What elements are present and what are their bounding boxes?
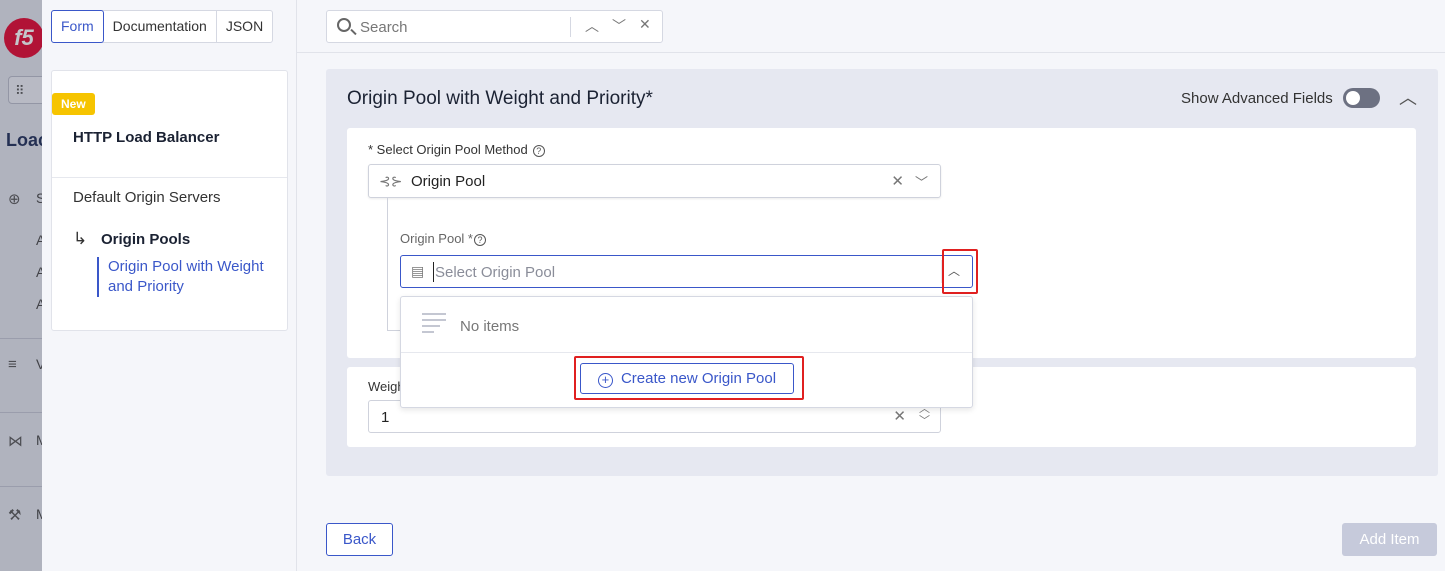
section-title: Origin Pool with Weight and Priority* <box>347 88 653 110</box>
tab-json[interactable]: JSON <box>217 11 272 42</box>
search-clear-button[interactable]: ✕ <box>639 16 651 33</box>
left-panel: Form Documentation JSON New HTTP Load Ba… <box>42 0 297 571</box>
help-icon[interactable]: ? <box>473 233 486 246</box>
nav-item-origin-pools[interactable]: Origin Pools <box>101 231 190 248</box>
section-title-text: Origin Pool with Weight and Priority <box>347 88 646 109</box>
divider <box>570 17 571 37</box>
overlay-shade <box>0 0 42 571</box>
required-mark: * <box>645 88 653 109</box>
top-bar: ︿ ﹀ ✕ <box>297 0 1445 53</box>
subitem-arrow-icon: ↳ <box>73 229 88 248</box>
method-label-text: * Select Origin Pool Method <box>368 142 528 157</box>
method-field-label: * Select Origin Pool Method? <box>368 142 545 157</box>
search-previous-button[interactable]: ︿ <box>585 16 599 36</box>
method-select-value: Origin Pool <box>411 173 486 190</box>
background-app: f5 ⠿ Loac ⊕ S A A A ≡ V ⋈ M ⚒ M <box>0 0 42 571</box>
divider <box>401 352 972 353</box>
origin-pool-method-select[interactable]: ⊰⊱ Origin Pool ✕ ﹀ <box>368 164 941 198</box>
origin-pool-icon: ⊰⊱ <box>379 173 403 189</box>
tab-documentation[interactable]: Documentation <box>104 11 217 42</box>
nav-item-default-origin-servers[interactable]: Default Origin Servers <box>73 189 221 206</box>
new-badge: New <box>52 93 95 115</box>
clear-icon[interactable]: ✕ <box>893 407 906 425</box>
divider <box>52 177 287 178</box>
advanced-fields-label: Show Advanced Fields <box>1181 90 1333 107</box>
weight-input[interactable] <box>381 408 861 426</box>
advanced-fields-toggle[interactable] <box>1343 88 1380 108</box>
tree-connector <box>387 198 388 330</box>
highlight-box-create <box>574 356 804 400</box>
tab-form[interactable]: Form <box>51 10 104 43</box>
search-next-button[interactable]: ﹀ <box>612 16 626 36</box>
search-box: ︿ ﹀ ✕ <box>326 10 663 43</box>
view-tabs: Form Documentation JSON <box>51 10 274 43</box>
search-icon <box>337 18 351 32</box>
back-button[interactable]: Back <box>326 523 393 556</box>
highlight-box-chevron <box>942 249 978 294</box>
help-icon[interactable]: ? <box>532 144 545 157</box>
origin-pool-select[interactable]: ▤ ︿ <box>400 255 973 288</box>
collapse-section-button[interactable]: ︿ <box>1399 84 1417 110</box>
chevron-down-icon[interactable]: ﹀ <box>915 172 928 191</box>
empty-list-icon <box>422 311 448 335</box>
pool-label-text: Origin Pool * <box>400 231 473 246</box>
tree-connector <box>387 330 401 331</box>
empty-message: No items <box>460 318 520 335</box>
nav-item-origin-pool-weight-priority[interactable]: Origin Pool with Weight and Priority <box>97 257 272 297</box>
clear-icon[interactable]: ✕ <box>891 172 904 190</box>
pool-list-icon: ▤ <box>411 263 425 279</box>
search-input[interactable] <box>360 17 560 37</box>
form-navigation: New HTTP Load Balancer Default Origin Se… <box>51 70 288 331</box>
nav-title: HTTP Load Balancer <box>73 129 220 146</box>
origin-pool-input[interactable] <box>433 262 913 282</box>
add-item-button[interactable]: Add Item <box>1342 523 1437 556</box>
pool-field-label: Origin Pool *? <box>400 231 486 246</box>
